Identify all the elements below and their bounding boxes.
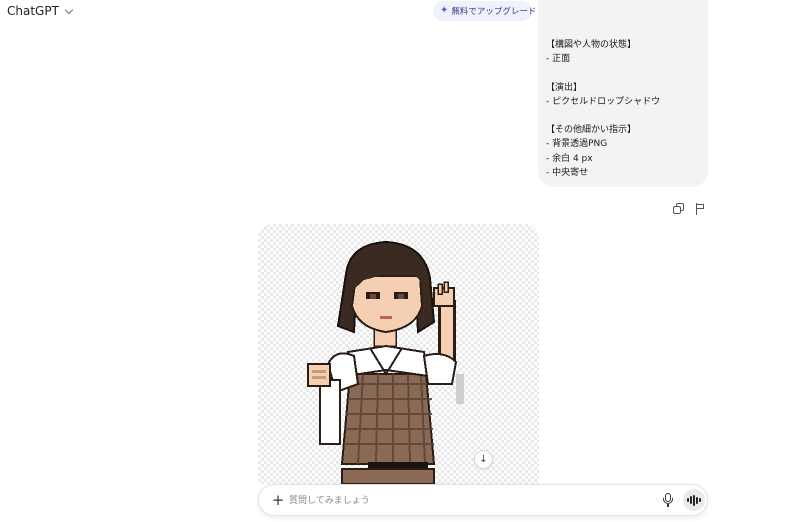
composer: +: [258, 484, 708, 516]
generated-image[interactable]: [258, 224, 539, 484]
copy-icon[interactable]: [673, 203, 685, 215]
voice-mode-icon[interactable]: [683, 489, 705, 511]
model-name: ChatGPT: [7, 4, 59, 18]
message-line: 【その他細かい指示】: [546, 125, 637, 136]
user-message-bubble: 【構図や人物の状態】 - 正面 【演出】 - ピクセルドロップシャドウ 【その他…: [538, 0, 708, 187]
upgrade-button[interactable]: ✦ 無料でアップグレード ×: [433, 1, 550, 21]
message-line: - 余白 4 px: [546, 153, 593, 164]
message-line: - 正面: [546, 54, 571, 65]
message-actions: [673, 203, 706, 215]
model-selector[interactable]: ChatGPT: [7, 4, 74, 18]
microphone-icon[interactable]: [661, 492, 675, 508]
message-line: - 中央寄せ: [546, 167, 589, 178]
sparkle-icon: ✦: [440, 5, 449, 16]
message-line: - ピクセルドロップシャドウ: [546, 96, 661, 107]
message-line: - 背景透過PNG: [546, 139, 608, 150]
prompt-input[interactable]: [289, 492, 649, 509]
message-line: 【構図や人物の状態】: [546, 40, 637, 50]
chevron-down-icon: [64, 5, 74, 14]
arrow-down-icon: ↓: [479, 453, 488, 465]
plus-icon[interactable]: +: [269, 491, 287, 509]
scroll-down-button[interactable]: ↓: [474, 450, 493, 469]
pixel-art-character-image: [307, 240, 464, 484]
message-line: 【演出】: [546, 82, 583, 93]
flag-icon[interactable]: [694, 203, 706, 215]
upgrade-label: 無料でアップグレード: [451, 7, 537, 17]
